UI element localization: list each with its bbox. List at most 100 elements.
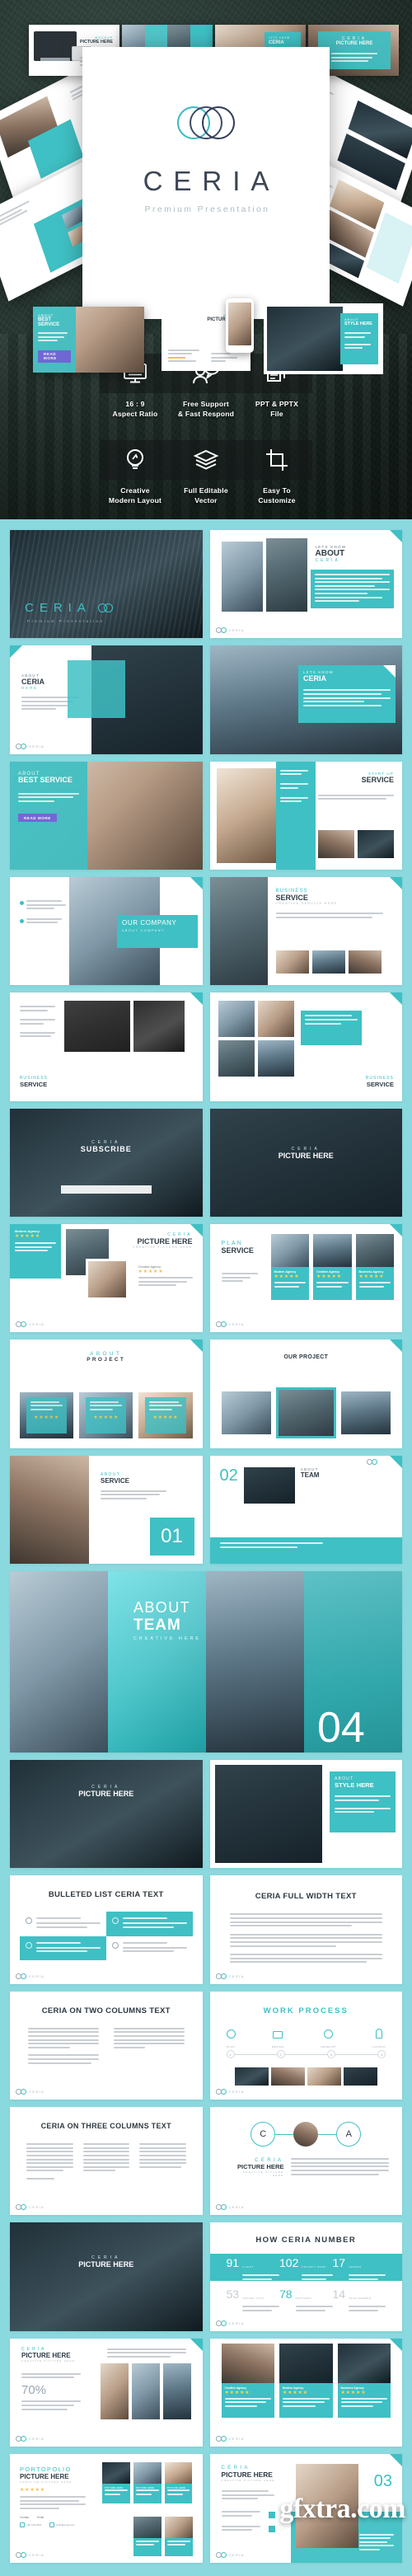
- project-card[interactable]: ★★★★★: [79, 1391, 133, 1438]
- slide-portopolio[interactable]: PORTOPOLIO PICTURE HERE CREATIVE PICTURE…: [10, 2454, 203, 2563]
- slide-title: STYLE HERE: [335, 1781, 374, 1790]
- slides-grid: CERIA Premium Presentation LETS KNOW ABO…: [10, 530, 402, 2563]
- slide-work-process[interactable]: WORK PROCESS PLAN DESIGN DEVELOP LAUNCH …: [209, 1991, 402, 2100]
- slide-bulleted-list[interactable]: BULLETED LIST CERIA TEXT CERIA: [10, 1875, 203, 1984]
- slide-title: SERVICE: [275, 894, 308, 903]
- slide-title: CERIA ON TWO COLUMNS TEXT: [41, 2006, 171, 2015]
- slide-testimonials[interactable]: Creative Agency ★★★★★ Modern Agency ★★★★…: [209, 2338, 402, 2447]
- work-step-number: 2: [276, 2049, 285, 2058]
- crop-icon: [241, 440, 312, 481]
- subscribe-input[interactable]: [60, 1185, 152, 1194]
- slide-cover[interactable]: CERIA Premium Presentation: [10, 530, 203, 639]
- three-rings-logo-icon: [177, 106, 235, 141]
- rating-stars: ★★★★★: [138, 1269, 164, 1275]
- slide-ceria-picture-2[interactable]: CERIA PICTURE HERE: [10, 1760, 203, 1869]
- slide-about-service-01[interactable]: ABOUT SERVICE 01: [10, 1455, 203, 1565]
- testimonial-card[interactable]: Creative Agency ★★★★★: [221, 2343, 274, 2418]
- slide-title: PROJECT: [87, 1357, 126, 1363]
- slide-start-up-service[interactable]: START UP SERVICE: [209, 761, 402, 870]
- slide-logo: CERIA: [16, 2551, 44, 2558]
- lightbulb-icon: [100, 440, 171, 481]
- slide-title: PICTURE HERE: [221, 2470, 273, 2480]
- stat-value: 14: [332, 2287, 346, 2302]
- hero-section: MOCKUP PICTURE HERE 04 LETS KNOW: [0, 0, 412, 519]
- slide-lets-know-ceria[interactable]: LETS KNOW CERIA: [209, 645, 402, 754]
- slide-about-team-hero[interactable]: 04 ABOUT TEAM CREATIVE HERE: [10, 1571, 402, 1753]
- slide-three-columns[interactable]: CERIA ON THREE COLUMNS TEXT CERIA: [10, 2107, 203, 2216]
- slide-our-company[interactable]: OUR COMPANY ABOUT COMPANY: [10, 877, 203, 986]
- slide-about-ceria[interactable]: LETS KNOW ABOUT CERIA CERIA: [209, 530, 402, 639]
- corner-accent: [390, 992, 402, 1006]
- bullet-item: [20, 1936, 106, 1960]
- slide-about-style[interactable]: ABOUT STYLE HERE: [209, 1760, 402, 1869]
- info-icon: [111, 1917, 119, 1925]
- plan-card[interactable]: Creative Agency ★★★★★: [313, 1234, 352, 1301]
- rating-stars: ★★★★★: [316, 1274, 342, 1280]
- slide-cover-title: CERIA: [25, 601, 91, 616]
- feature-label-line2: & Fast Respond: [177, 409, 235, 418]
- slide-logo: CERIA: [215, 2089, 245, 2095]
- slide-about-project[interactable]: ABOUT PROJECT ★★★★★ ★★★★★ ★★★★★: [10, 1340, 203, 1448]
- testimonial-card[interactable]: Modern Agency ★★★★★: [279, 2343, 333, 2418]
- shield-icon: [268, 2511, 275, 2518]
- slide-title: TEAM: [300, 1471, 320, 1479]
- slide-full-width-text[interactable]: CERIA FULL WIDTH TEXT CERIA: [209, 1875, 402, 1984]
- slide-venn-diagram[interactable]: C A CERIA PICTURE HERE CREATIVE PICTURE …: [209, 2107, 402, 2216]
- slide-title: CERIA ON THREE COLUMNS TEXT: [40, 2122, 171, 2131]
- slide-ceria-picture-testimonial[interactable]: Modern Agency ★★★★★ CERIA PICTURE HERE C…: [10, 1224, 203, 1333]
- work-step-number: 3: [326, 2049, 335, 2058]
- slide-title: SERVICE: [20, 1080, 48, 1088]
- slide-ceria-picture-70[interactable]: CERIA PICTURE HERE CREATIVE PICTURE HERE…: [10, 2338, 203, 2447]
- slide-how-ceria-number[interactable]: HOW CERIA NUMBER 91 CLIENT 102 PROJECT D…: [209, 2222, 402, 2331]
- bullet-item: [20, 1912, 106, 1936]
- work-step-label: DESIGN: [271, 2044, 284, 2048]
- slide-ceria-picture-3[interactable]: CERIA PICTURE HERE: [10, 2222, 203, 2331]
- stat-item: 53 COFFEE CUPS: [227, 2288, 279, 2312]
- slide-title: CERIA: [303, 674, 327, 683]
- feature-label-line2: Aspect Ratio: [112, 409, 158, 418]
- slide-logo: CERIA: [16, 1973, 44, 1979]
- slide-business-service[interactable]: BUSINESS SERVICE CREATIVE SERVICE HERE: [209, 877, 402, 986]
- stat-value: 102: [279, 2256, 299, 2270]
- slide-ceria-picture-road[interactable]: CERIA PICTURE HERE: [209, 1108, 402, 1218]
- feature-label-line1: PPT & PPTX: [255, 400, 299, 408]
- feature-label-line2: Vector: [194, 495, 218, 504]
- read-more-button[interactable]: READ MORE: [18, 814, 57, 823]
- hero-thumb-mockup-title: PICTURE HERE: [79, 40, 113, 45]
- slide-about-ceria-2[interactable]: ABOUT CERIA HERE CERIA: [10, 645, 203, 754]
- product-preview-page: MOCKUP PICTURE HERE 04 LETS KNOW: [0, 0, 412, 2576]
- testimonial-card[interactable]: Business Agency ★★★★★: [337, 2343, 391, 2418]
- feature-label-line2: Customize: [258, 495, 296, 504]
- slide-our-project[interactable]: OUR PROJECT: [209, 1340, 402, 1448]
- slide-business-service-3[interactable]: BUSINESS SERVICE: [209, 992, 402, 1101]
- venn-left: C: [250, 2122, 276, 2147]
- slide-title: PICTURE HERE: [78, 1790, 134, 1799]
- plan-card[interactable]: Business Agency ★★★★★: [355, 1234, 394, 1301]
- hero-read-more-button[interactable]: READ MORE: [38, 350, 71, 363]
- slide-plan-service[interactable]: PLAN SERVICE Modern Agency ★★★★★ Creativ…: [209, 1224, 402, 1333]
- percent-value: 70%: [21, 2383, 47, 2398]
- corner-accent: [190, 992, 203, 1006]
- slide-logo: CERIA: [215, 1973, 245, 1979]
- slide-subscribe[interactable]: CERIA SUBSCRIBE: [10, 1108, 203, 1218]
- slide-two-columns[interactable]: CERIA ON TWO COLUMNS TEXT CERIA: [10, 1991, 203, 2100]
- watermark: gfxtra.com: [279, 2494, 405, 2524]
- slide-sub: CREATIVE PICTURE HERE: [21, 2358, 76, 2363]
- slide-sub: CREATIVE PICTURE HERE: [133, 1246, 193, 1250]
- corner-accent: [390, 530, 402, 542]
- contact-value: +62 123 4567: [26, 2522, 42, 2527]
- work-step: LAUNCH: [372, 2028, 386, 2048]
- plan-card[interactable]: Modern Agency ★★★★★: [270, 1234, 309, 1301]
- slide-about-team-02[interactable]: 02 ABOUT TEAM: [209, 1455, 402, 1565]
- project-card[interactable]: ★★★★★: [20, 1391, 74, 1438]
- slide-title: SUBSCRIBE: [80, 1144, 132, 1153]
- rating-stars: ★★★★★: [34, 1415, 60, 1420]
- slide-business-service-2[interactable]: BUSINESS SERVICE: [10, 992, 203, 1101]
- slide-about-best-service[interactable]: ABOUT BEST SERVICE READ MORE: [10, 761, 203, 870]
- slide-title: SERVICE: [366, 1080, 394, 1088]
- hero-bottom-left-slide: ABOUT BEST SERVICE READ MORE: [33, 307, 144, 373]
- slide-eyebrow: ABOUT: [90, 1351, 123, 1358]
- slide-sub: CREATIVE SERVICE HERE: [275, 902, 338, 906]
- stat-label: TEAM MEMBER: [349, 2297, 372, 2301]
- project-card[interactable]: ★★★★★: [138, 1391, 193, 1438]
